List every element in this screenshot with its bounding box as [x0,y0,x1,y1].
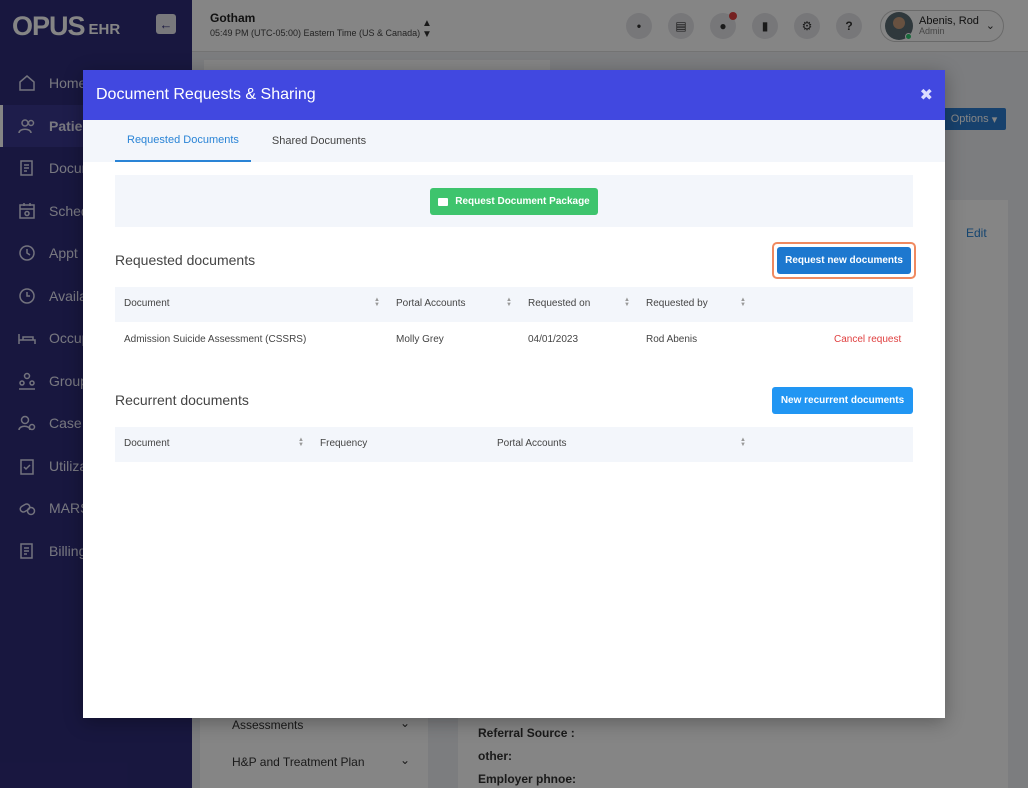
new-recurrent-documents-button[interactable]: New recurrent documents [772,387,913,414]
requested-documents-table: Document Portal Accounts Requested on Re… [115,287,913,357]
request-new-documents-button[interactable]: Request new documents [777,247,911,274]
cancel-request-link[interactable]: Cancel request [834,334,901,345]
column-header-requested-by[interactable]: Requested by [646,298,708,309]
cell-portal-accounts: Molly Grey [396,334,444,345]
column-header-frequency[interactable]: Frequency [320,438,367,449]
sort-icon[interactable] [740,298,748,308]
table-header: Document Portal Accounts Requested on Re… [115,287,913,322]
table-header: Document Frequency Portal Accounts [115,427,913,462]
table-row: Admission Suicide Assessment (CSSRS) Mol… [115,322,913,357]
sort-icon[interactable] [506,298,514,308]
package-bar: Request Document Package [115,175,913,227]
cell-document: Admission Suicide Assessment (CSSRS) [124,334,307,345]
sort-icon[interactable] [624,298,632,308]
column-header-document[interactable]: Document [124,298,170,309]
close-icon[interactable]: ✖ [920,85,933,105]
requested-documents-title: Requested documents [115,252,256,268]
tab-shared-documents[interactable]: Shared Documents [260,120,378,162]
modal-tabs: Requested Documents Shared Documents [83,120,945,162]
sort-icon[interactable] [740,438,748,448]
tab-requested-documents[interactable]: Requested Documents [115,120,251,162]
recurrent-documents-table: Document Frequency Portal Accounts [115,427,913,462]
modal-title: Document Requests & Sharing [96,86,316,103]
recurrent-documents-title: Recurrent documents [115,392,249,408]
column-header-requested-on[interactable]: Requested on [528,298,590,309]
column-header-portal-accounts[interactable]: Portal Accounts [396,298,465,309]
column-header-portal-accounts[interactable]: Portal Accounts [497,438,566,449]
request-document-package-button[interactable]: Request Document Package [430,188,598,215]
cell-requested-by: Rod Abenis [646,334,698,345]
modal-header: Document Requests & Sharing ✖ [83,70,945,120]
button-label: Request Document Package [455,196,590,207]
sort-icon[interactable] [374,298,382,308]
sort-icon[interactable] [298,438,306,448]
document-requests-modal: Document Requests & Sharing ✖ Requested … [83,70,945,718]
cell-requested-on: 04/01/2023 [528,334,579,345]
column-header-document[interactable]: Document [124,438,170,449]
folder-icon [438,197,449,206]
